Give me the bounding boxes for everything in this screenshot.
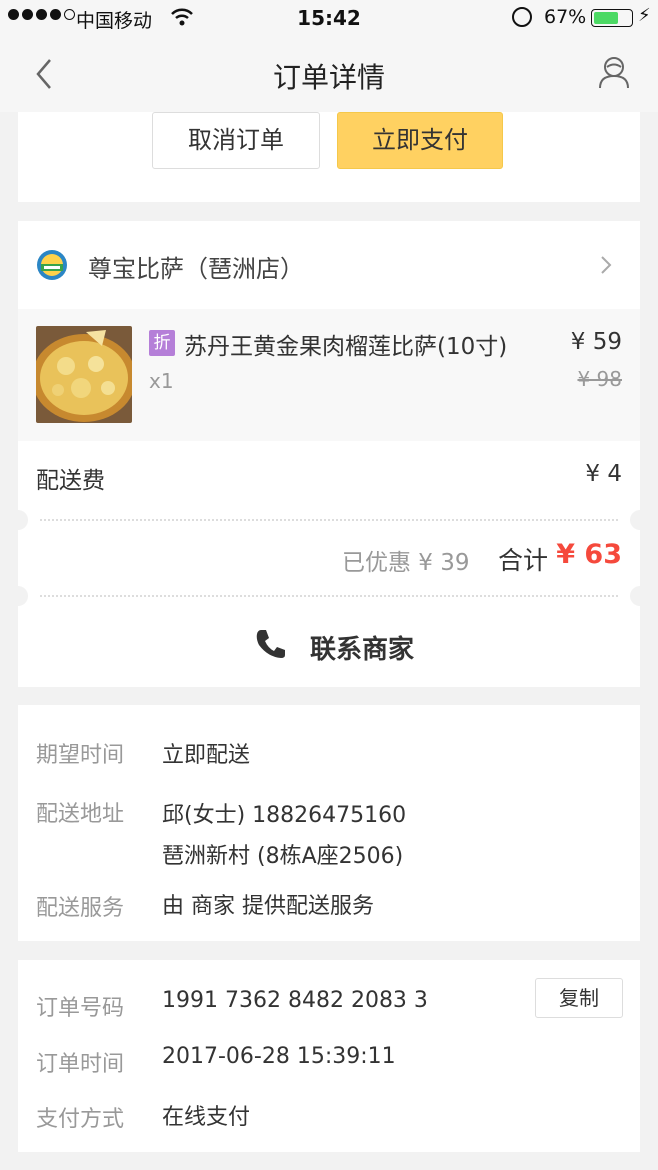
total-amount: ¥ 63	[556, 539, 622, 570]
order-item: 折 苏丹王黄金果肉榴莲比萨(10寸) x1 ¥ 59 ¥ 98	[18, 309, 640, 441]
copy-button[interactable]: 复制	[535, 978, 623, 1018]
phone-icon	[256, 630, 285, 658]
expected-time-value: 立即配送	[162, 743, 251, 768]
order-info-card: 订单号码 1991 7362 8482 2083 3 复制 订单时间 2017-…	[18, 960, 640, 1152]
contact-merchant-button[interactable]: 联系商家	[18, 611, 640, 689]
address-label: 配送地址	[36, 802, 125, 827]
nav-bar: 订单详情	[0, 36, 658, 112]
order-time-label: 订单时间	[36, 1052, 125, 1077]
shop-header[interactable]: 尊宝比萨（琶洲店）	[18, 221, 640, 309]
payment-method-label: 支付方式	[36, 1107, 125, 1132]
battery-percent: 67%	[544, 6, 587, 28]
rotation-lock-icon	[512, 7, 532, 27]
page-title: 订单详情	[272, 61, 385, 94]
discount-badge: 折	[149, 330, 175, 356]
item-quantity: x1	[149, 369, 174, 393]
item-price: ¥ 59	[570, 329, 622, 355]
shop-name: 尊宝比萨（琶洲店）	[88, 255, 304, 283]
battery-icon	[591, 9, 633, 27]
delivery-fee-label: 配送费	[36, 468, 105, 494]
shop-card: 尊宝比萨（琶洲店） 折 苏丹王黄金果肉榴莲比萨(10寸) x1 ¥ 59 ¥ 9…	[8, 221, 650, 689]
shop-logo-icon	[37, 250, 67, 280]
delivery-service-value: 由 商家 提供配送服务	[162, 894, 374, 919]
profile-icon[interactable]	[596, 54, 632, 90]
address-contact: 邱(女士) 18826475160	[162, 803, 407, 828]
order-number-label: 订单号码	[36, 996, 125, 1021]
payment-method-value: 在线支付	[162, 1105, 251, 1130]
order-time-value: 2017-06-28 15:39:11	[162, 1044, 396, 1069]
divider-notch	[8, 510, 28, 530]
charging-icon: ⚡	[638, 5, 651, 26]
divider	[40, 595, 618, 597]
delivery-service-label: 配送服务	[36, 896, 125, 921]
contact-merchant-label: 联系商家	[310, 635, 415, 665]
discount-amount: 已优惠 ¥ 39	[342, 550, 470, 576]
order-number-value: 1991 7362 8482 2083 3	[162, 988, 428, 1013]
order-actions-card: 取消订单 立即支付	[18, 112, 640, 202]
cancel-order-button[interactable]: 取消订单	[152, 112, 320, 169]
total-label: 合计	[498, 546, 549, 575]
status-bar: 中国移动 15:42 67% ⚡	[0, 0, 658, 36]
delivery-fee-value: ¥ 4	[585, 461, 622, 487]
divider	[40, 519, 618, 521]
item-name: 苏丹王黄金果肉榴莲比萨(10寸)	[184, 334, 508, 360]
pizza-thumbnail	[36, 326, 132, 423]
address-detail: 琶洲新村 (8栋A座2506)	[162, 844, 404, 869]
delivery-info-card: 期望时间 立即配送 配送地址 邱(女士) 18826475160 琶洲新村 (8…	[18, 705, 640, 941]
divider-notch	[630, 586, 650, 606]
pay-now-button[interactable]: 立即支付	[337, 112, 503, 169]
expected-time-label: 期望时间	[36, 743, 125, 768]
chevron-right-icon	[601, 256, 612, 274]
item-original-price: ¥ 98	[577, 367, 622, 391]
divider-notch	[8, 586, 28, 606]
divider-notch	[630, 510, 650, 530]
